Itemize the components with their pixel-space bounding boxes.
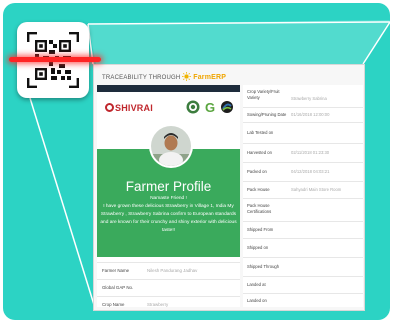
farmer-photo-icon [151,126,191,166]
certification-seal-icon [186,100,200,114]
greeting-text: Namaste Friend ! [150,196,187,201]
shivrai-logo: SHIVRAI [105,103,153,113]
row-value: 01/16/2018 12:00:00 [291,112,330,117]
row-label: Shipped on [247,245,269,250]
row-label: Pack House Certifications [247,203,272,214]
qr-scan-card [9,22,101,98]
right-row-crop-variety: Crop Variety/Fruit Variety Strawberry Sa… [243,85,363,108]
red-scan-laser [9,57,101,62]
row-label: Global GAP No. [102,285,134,290]
row-value: 02/11/2018 01:23:30 [291,150,330,155]
svg-text:G: G [205,100,215,114]
right-row-pack-house: Pack House Sahyadri Main Store Room [243,182,363,199]
right-row-landed-on: Landed on [243,294,363,307]
row-label: Shipped From [247,227,274,232]
traceability-header: TRACEABILITY THROUGH FarmERP [102,72,226,81]
row-label: Shipped Through [247,264,280,269]
row-label: Farmer Name [102,268,130,273]
fairtrade-icon [221,101,233,113]
row-label: Lab Tested on [247,130,274,135]
right-row-packed: Packed on 04/12/2018 04:03:21 [243,163,363,182]
row-value: 04/12/2018 04:03:21 [291,169,330,174]
row-value: Nilesh Pandurang Jadhav [147,268,198,273]
left-row-global-gap: Global GAP No. [97,279,240,296]
right-row-pack-house-certifications: Pack House Certifications [243,199,363,222]
row-label: Crop Variety/Fruit Variety [247,89,280,100]
brand-name: SHIVRAI [115,103,153,113]
row-label: Landed on [247,298,267,303]
right-row-shipped-through: Shipped Through [243,258,363,277]
dark-top-bar [97,85,240,92]
left-row-crop-name: Crop Name Strawberry [97,296,240,313]
row-label: Sowing/Pruning Date [247,112,287,117]
row-value: Strawberry Sabrina [291,96,327,101]
row-value: Strawberry [147,302,169,307]
right-row-landed-at: Landed at [243,277,363,294]
row-label: Landed at [247,282,266,287]
right-row-shipped-from: Shipped From [243,222,363,239]
row-value: Sahyadri Main Store Room [291,187,342,192]
row-label: Harvested on [247,150,272,155]
right-row-lab-tested: Lab Tested on [243,123,363,144]
row-label: Pack House [247,187,270,192]
sun-logo-icon [182,72,192,81]
farmerp-logo: FarmERP [193,74,227,81]
farmer-avatar [151,126,191,166]
traceability-text: TRACEABILITY THROUGH [102,75,181,81]
farmer-profile-title: Farmer Profile [125,179,212,194]
right-row-shipped-on: Shipped on [243,239,363,258]
farmer-message: I have grown these delicious Strawberry … [100,204,237,233]
right-row-harvested: Harvested on 02/11/2018 01:23:30 [243,144,363,163]
row-label: Crop Name [102,302,125,307]
left-row-farmer-name: Farmer Name Nilesh Pandurang Jadhav [97,262,240,279]
right-row-sowing-date: Sowing/Pruning Date 01/16/2018 12:00:00 [243,108,363,123]
globalgap-g-icon: G [205,100,215,114]
shivrai-ring-icon [105,103,114,112]
row-label: Packed on [247,169,267,174]
